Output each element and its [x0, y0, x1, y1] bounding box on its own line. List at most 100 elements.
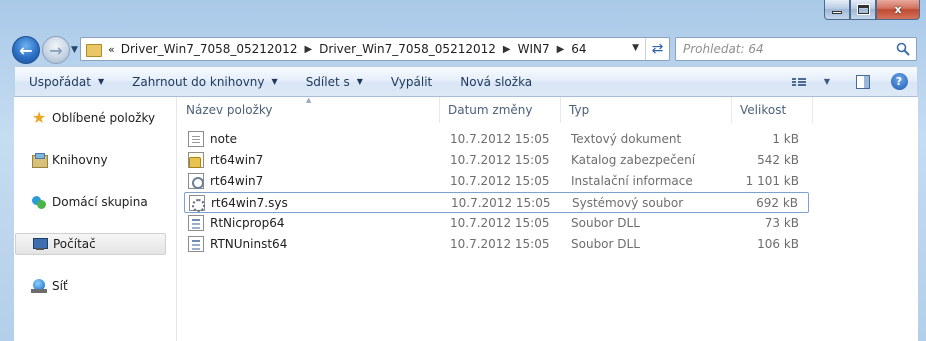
chevron-down-icon: ▼	[271, 77, 278, 86]
maximize-icon	[856, 4, 870, 15]
breadcrumb-item[interactable]: Driver_Win7_7058_05212012	[121, 42, 298, 56]
computer-icon	[32, 236, 48, 252]
breadcrumb-item[interactable]: Driver_Win7_7058_05212012	[319, 42, 496, 56]
file-size: 542 kB	[757, 152, 799, 167]
minimize-button[interactable]	[824, 0, 850, 20]
close-button[interactable]: x	[876, 0, 920, 20]
view-options-button[interactable]: ▼	[813, 71, 841, 93]
file-row[interactable]: rt64win7.sys 10.7.2012 15:05 Systémový s…	[184, 192, 809, 213]
help-button[interactable]: ?	[885, 71, 913, 93]
file-name-cell: rt64win7.sys	[189, 193, 288, 212]
file-type: Instalační informace	[571, 173, 693, 188]
library-icon	[31, 152, 48, 168]
change-view-button[interactable]	[785, 71, 813, 93]
breadcrumb-separator-icon[interactable]: ▶	[503, 44, 511, 55]
chevron-down-icon: ▼	[356, 77, 363, 86]
back-button[interactable]: ←	[12, 36, 40, 64]
file-name: note	[210, 131, 238, 146]
file-type: Textový dokument	[571, 131, 682, 146]
burn-button[interactable]: Vypálit	[377, 75, 446, 89]
file-name: RTNUninst64	[210, 236, 288, 251]
maximize-button[interactable]	[850, 0, 876, 20]
file-name-cell: RtNicprop64	[188, 213, 284, 232]
file-name: RtNicprop64	[210, 215, 285, 230]
column-header-date[interactable]: Datum změny	[440, 97, 561, 123]
nav-item-network[interactable]: Síť	[15, 275, 166, 297]
view-details-icon	[792, 77, 806, 86]
breadcrumb-overflow[interactable]: «	[108, 43, 115, 56]
file-row[interactable]: rt64win7 10.7.2012 15:05 Katalog zabezpe…	[184, 150, 809, 171]
chevron-down-icon: ▼	[71, 45, 78, 55]
recent-pages-button[interactable]: ▼	[71, 45, 78, 55]
file-date: 10.7.2012 15:05	[450, 236, 550, 251]
breadcrumb: « Driver_Win7_7058_05212012 ▶ Driver_Win…	[108, 42, 587, 56]
security-catalog-icon	[188, 151, 204, 168]
file-name-cell: rt64win7	[188, 150, 263, 169]
nav-item-label: Oblíbené položky	[52, 111, 156, 125]
toolbar-right-group: ▼ ?	[785, 67, 917, 96]
nav-item-libraries[interactable]: Knihovny	[15, 149, 166, 171]
file-type: Systémový soubor	[572, 195, 684, 210]
file-list: ▲ Název položky Datum změny Typ Velikost…	[178, 96, 918, 341]
breadcrumb-separator-icon[interactable]: ▶	[304, 44, 312, 55]
nav-item-favorites[interactable]: ★ Oblíbené položky	[15, 107, 166, 129]
chevron-down-icon: ▼	[97, 77, 105, 86]
forward-button[interactable]: →	[42, 36, 70, 64]
column-header-label: Datum změny	[448, 103, 533, 117]
file-date: 10.7.2012 15:05	[450, 131, 550, 146]
new-folder-button[interactable]: Nová složka	[446, 75, 546, 89]
system-file-icon	[189, 194, 205, 212]
file-date: 10.7.2012 15:05	[450, 152, 550, 167]
preview-pane-button[interactable]	[849, 71, 877, 93]
breadcrumb-separator-icon[interactable]: ▶	[557, 44, 565, 55]
file-row[interactable]: rt64win7 10.7.2012 15:05 Instalační info…	[184, 171, 809, 192]
file-name: rt64win7	[210, 173, 264, 188]
search-icon[interactable]	[896, 42, 910, 56]
file-name: rt64win7	[210, 152, 264, 167]
file-date: 10.7.2012 15:05	[450, 215, 550, 230]
breadcrumb-item[interactable]: 64	[571, 42, 586, 56]
include-in-library-button[interactable]: Zahrnout do knihovny ▼	[118, 75, 292, 89]
nav-item-label: Síť	[52, 279, 68, 293]
file-name-cell: note	[188, 129, 237, 148]
help-icon: ?	[890, 73, 908, 90]
explorer-content: ★ Oblíbené položky Knihovny Domácí skupi…	[14, 96, 918, 341]
new-folder-label: Nová složka	[460, 74, 533, 89]
burn-label: Vypálit	[390, 74, 433, 89]
dll-file-icon	[188, 235, 204, 252]
search-input[interactable]: Prohledat: 64	[675, 37, 917, 61]
share-with-label: Sdílet s	[305, 74, 350, 89]
nav-item-computer[interactable]: Počítač	[15, 233, 166, 255]
file-size: 692 kB	[756, 195, 798, 210]
title-bar: x	[0, 0, 926, 30]
column-header-type[interactable]: Typ	[561, 97, 732, 123]
file-size: 1 kB	[772, 131, 799, 146]
address-dropdown-icon[interactable]: ▼	[632, 43, 639, 53]
address-bar[interactable]: « Driver_Win7_7058_05212012 ▶ Driver_Win…	[80, 37, 670, 61]
include-in-library-label: Zahrnout do knihovny	[132, 74, 265, 89]
refresh-button[interactable]: ⇄	[645, 38, 669, 60]
file-row[interactable]: note 10.7.2012 15:05 Textový dokument 1 …	[184, 129, 809, 150]
file-date: 10.7.2012 15:05	[451, 195, 551, 210]
column-header-label: Název položky	[186, 103, 273, 117]
column-header-label: Velikost	[740, 103, 787, 117]
file-type: Katalog zabezpečení	[571, 152, 696, 167]
file-row[interactable]: RtNicprop64 10.7.2012 15:05 Soubor DLL 7…	[184, 213, 809, 234]
organize-label: Uspořádat	[29, 74, 91, 89]
nav-item-label: Knihovny	[52, 153, 108, 167]
organize-button[interactable]: Uspořádat ▼	[15, 75, 118, 89]
preview-pane-icon	[856, 74, 870, 89]
file-type: Soubor DLL	[571, 215, 640, 230]
nav-item-label: Domácí skupina	[52, 195, 148, 209]
network-icon	[31, 278, 47, 294]
breadcrumb-item[interactable]: WIN7	[518, 42, 550, 56]
command-bar: Uspořádat ▼ Zahrnout do knihovny ▼ Sdíle…	[14, 66, 918, 97]
column-header-name[interactable]: Název položky	[178, 97, 440, 123]
close-icon: x	[894, 3, 902, 16]
column-header-size[interactable]: Velikost	[732, 97, 813, 123]
minimize-icon	[832, 11, 842, 14]
navigation-bar: ← → ▼ « Driver_Win7_7058_05212012 ▶ Driv…	[0, 32, 926, 66]
file-row[interactable]: RTNUninst64 10.7.2012 15:05 Soubor DLL 1…	[184, 234, 809, 255]
share-with-button[interactable]: Sdílet s ▼	[292, 75, 377, 89]
nav-item-homegroup[interactable]: Domácí skupina	[15, 191, 166, 213]
